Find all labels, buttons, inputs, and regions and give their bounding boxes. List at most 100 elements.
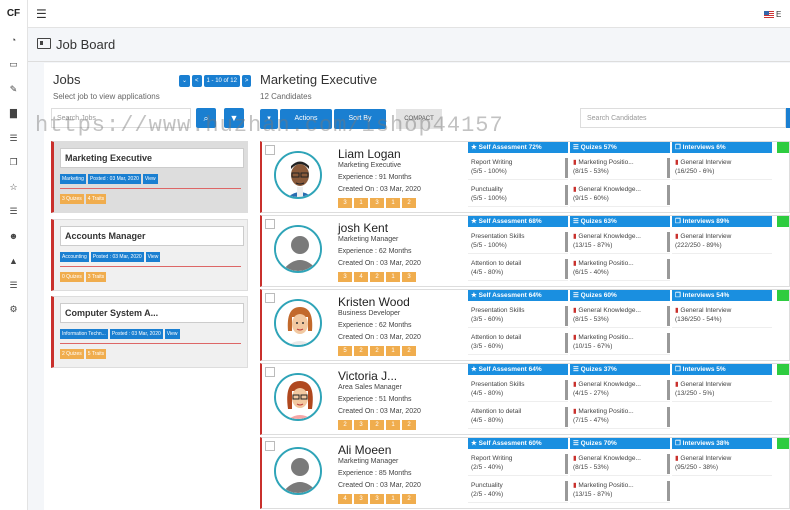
score-item: Punctuality (5/5 - 100%) — [468, 183, 568, 207]
scrollbar[interactable] — [565, 306, 568, 326]
scrollbar[interactable] — [667, 454, 670, 474]
pager-collapse-button[interactable]: ⌄ — [179, 75, 191, 87]
candidates-search-input[interactable]: Search Candidates — [580, 108, 786, 128]
id-card-icon[interactable]: ▭ — [0, 53, 27, 78]
users-icon[interactable]: ☻ — [0, 224, 27, 249]
comments-icon: ❐ — [675, 292, 683, 299]
scrollbar[interactable] — [667, 158, 670, 178]
candidate-created: Created On : 03 Mar, 2020 — [338, 408, 421, 415]
scrollbar[interactable] — [565, 232, 568, 252]
scrollbar[interactable] — [565, 259, 568, 279]
self-column: ★ Self Assesment 68% Presentation Skills (… — [468, 216, 568, 286]
score-item: ▮ General Interview (222/250 - 89%) — [672, 230, 772, 254]
job-view-button[interactable]: View — [164, 329, 180, 339]
candidate-experience: Experience : 85 Months — [338, 470, 412, 477]
list-icon[interactable]: ☰ — [0, 126, 27, 151]
quiz-heading: Quizes 37% — [580, 366, 617, 373]
scrollbar[interactable] — [565, 185, 568, 205]
star-icon[interactable]: ☆ — [0, 175, 27, 200]
candidate-name[interactable]: Liam Logan — [338, 147, 401, 161]
score-value: (2/5 - 40%) — [471, 464, 504, 471]
quiz-column: ☰ Quizes 37% ▮ General Knowledge... (4/15 … — [570, 364, 670, 434]
avatar — [274, 373, 322, 421]
select-checkbox[interactable] — [265, 145, 275, 155]
scrollbar[interactable] — [565, 380, 568, 400]
job-view-button[interactable]: View — [142, 174, 158, 184]
scrollbar[interactable] — [667, 481, 670, 501]
copy-icon[interactable]: ❐ — [0, 151, 27, 176]
menu-list-icon[interactable]: ☰ — [0, 273, 27, 298]
count-badge: 1 — [386, 272, 400, 282]
count-badge: 3 — [370, 494, 384, 504]
scrollbar[interactable] — [667, 232, 670, 252]
candidate-row[interactable]: Kristen Wood Business Developer Experience… — [260, 289, 790, 361]
scrollbar[interactable] — [565, 481, 568, 501]
score-value: (5/5 - 100%) — [471, 168, 507, 175]
job-card[interactable]: Accounts Manager Accounting Posted : 03 … — [51, 219, 248, 291]
graduation-icon[interactable]: ▲ — [0, 249, 27, 274]
sidebar: CF ◔ ▭ ✎ ▇ ☰ ❐ ☆ ☰ ☻ ▲ ☰ ⚙ — [0, 0, 28, 510]
candidate-row[interactable]: Liam Logan Marketing Executive Experience … — [260, 141, 790, 213]
score-value: (136/250 - 54%) — [675, 316, 722, 323]
candidate-name[interactable]: josh Kent — [338, 221, 388, 235]
self-heading: Self Assesment 72% — [478, 144, 542, 151]
job-card[interactable]: Computer System A... Information Techn..… — [51, 296, 248, 368]
score-value: (13/15 - 87%) — [573, 491, 613, 498]
score-item: ▮ General Interview (136/250 - 54%) — [672, 304, 772, 328]
pager-next-button[interactable]: > — [241, 75, 252, 87]
job-card[interactable]: Marketing Executive Marketing Posted : 0… — [51, 141, 248, 213]
candidate-name[interactable]: Kristen Wood — [338, 295, 410, 309]
score-label: Marketing Positio... — [578, 260, 634, 267]
select-checkbox[interactable] — [265, 293, 275, 303]
wrench-icon[interactable]: ✎ — [0, 77, 27, 102]
select-checkbox[interactable] — [265, 441, 275, 451]
score-label: General Knowledge... — [578, 455, 641, 462]
job-board-icon — [37, 38, 51, 49]
pager-prev-button[interactable]: < — [192, 75, 202, 87]
scrollbar[interactable] — [667, 185, 670, 205]
top-bar: ☰ E — [28, 0, 790, 28]
language-selector[interactable]: E — [764, 6, 790, 22]
candidate-badges: 43312 — [338, 494, 416, 504]
score-value: (4/5 - 80%) — [471, 390, 504, 397]
score-label: Report Writing — [471, 455, 513, 462]
scrollbar[interactable] — [667, 259, 670, 279]
candidate-name[interactable]: Victoria J... — [338, 369, 397, 383]
scrollbar[interactable] — [565, 407, 568, 427]
self-heading: Self Assesment 60% — [478, 440, 542, 447]
select-checkbox[interactable] — [265, 219, 275, 229]
scrollbar[interactable] — [667, 306, 670, 326]
select-checkbox[interactable] — [265, 367, 275, 377]
hamburger-icon[interactable]: ☰ — [36, 7, 47, 21]
score-item: Presentation Skills (5/5 - 100%) — [468, 230, 568, 254]
scrollbar[interactable] — [667, 333, 670, 353]
candidate-row[interactable]: josh Kent Marketing Manager Experience : 6… — [260, 215, 790, 287]
candidate-name[interactable]: Ali Moeen — [338, 443, 391, 457]
star-icon: ★ — [471, 292, 479, 299]
interview-heading: Interviews 54% — [682, 292, 730, 299]
briefcase-icon[interactable]: ▇ — [0, 102, 27, 127]
list-alt-icon[interactable]: ☰ — [0, 200, 27, 225]
count-badge: 3 — [354, 494, 368, 504]
candidate-role: Business Developer — [338, 310, 401, 317]
score-label: General Knowledge... — [578, 381, 641, 388]
count-badge: 3 — [402, 272, 416, 282]
scrollbar[interactable] — [565, 158, 568, 178]
settings-icon[interactable]: ⚙ — [0, 298, 27, 323]
scrollbar[interactable] — [667, 380, 670, 400]
candidate-row[interactable]: Victoria J... Area Sales Manager Experienc… — [260, 363, 790, 435]
count-badge: 2 — [402, 198, 416, 208]
score-item: ▮ General Interview (13/250 - 5%) — [672, 378, 772, 402]
scrollbar[interactable] — [786, 108, 790, 128]
count-badge: 2 — [402, 346, 416, 356]
job-category-tag: Information Techn... — [60, 329, 108, 339]
scrollbar[interactable] — [565, 333, 568, 353]
app-logo[interactable]: CF — [0, 0, 27, 28]
candidate-row[interactable]: Ali Moeen Marketing Manager Experience : 8… — [260, 437, 790, 509]
count-badge: 2 — [370, 420, 384, 430]
dashboard-icon[interactable]: ◔ — [0, 28, 27, 53]
job-view-button[interactable]: View — [145, 252, 161, 262]
scrollbar[interactable] — [565, 454, 568, 474]
candidates-title: Marketing Executive — [260, 72, 378, 87]
scrollbar[interactable] — [667, 407, 670, 427]
